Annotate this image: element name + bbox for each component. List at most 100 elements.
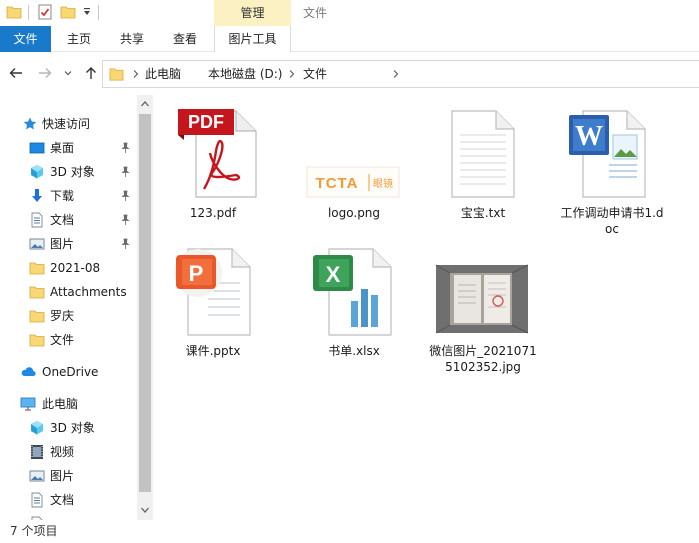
pin-icon[interactable] [120, 166, 131, 178]
chevron-right-icon[interactable] [288, 69, 296, 79]
text-file-icon [451, 110, 515, 198]
sidebar-item-this-pc[interactable]: 此电脑 [0, 393, 137, 415]
sidebar-item-onedrive[interactable]: OneDrive [0, 361, 137, 383]
sidebar-item-label: 图片 [50, 469, 75, 483]
sidebar-item-files[interactable]: 文件 [0, 329, 137, 351]
pin-icon[interactable] [120, 214, 131, 226]
sidebar-item-label: 文档 [50, 213, 75, 227]
folder-icon [29, 286, 45, 299]
new-folder-icon[interactable] [60, 4, 76, 20]
desktop-icon [29, 142, 45, 154]
sidebar-item-partial[interactable] [0, 513, 137, 520]
sidebar-item-label: 下载 [50, 189, 75, 203]
sidebar-item-label: 3D 对象 [50, 421, 95, 435]
properties-icon[interactable] [37, 4, 53, 20]
breadcrumb-local-disk[interactable]: 本地磁盘 (D:) [208, 61, 282, 87]
window-title: 文件 [303, 6, 328, 20]
address-bar[interactable]: 此电脑 本地磁盘 (D:) 文件 [102, 60, 699, 88]
item-count: 7 个项目 [10, 524, 58, 538]
sidebar-item-pictures-pc[interactable]: 图片 [0, 465, 137, 487]
sidebar-item-documents-pc[interactable]: 文档 [0, 489, 137, 511]
powerpoint-badge: P [189, 261, 204, 286]
tab-home[interactable]: 主页 [54, 26, 104, 52]
sidebar-item-label: 罗庆 [50, 309, 75, 323]
file-name: 书单.xlsx [328, 344, 380, 358]
cube-icon [31, 165, 43, 179]
pin-icon[interactable] [120, 142, 131, 154]
document-icon [31, 492, 43, 508]
sidebar-item-label: 桌面 [50, 141, 75, 155]
cube-icon [31, 421, 43, 435]
sidebar-item-quick-access[interactable]: 快速访问 [0, 113, 137, 135]
computer-icon [20, 397, 36, 411]
tab-share[interactable]: 共享 [107, 26, 157, 52]
file-item[interactable]: X 书单.xlsx [299, 243, 409, 363]
svg-text:TCTA: TCTA [316, 175, 359, 192]
document-icon [31, 212, 43, 228]
file-name: 宝宝.txt [460, 206, 506, 220]
folder-icon [29, 310, 45, 323]
picture-icon [29, 470, 45, 482]
file-item[interactable]: 微信图片_20210715102352.jpg [428, 243, 538, 393]
file-name: logo.png [327, 206, 381, 220]
scroll-down-icon[interactable] [137, 501, 153, 519]
sidebar-item-documents[interactable]: 文档 [0, 209, 137, 231]
video-icon [31, 445, 43, 459]
sidebar-item-label: OneDrive [42, 365, 99, 379]
navigation-pane: 快速访问 桌面 3D 对象 下载 文档 图片 2021-08 Attachmen… [0, 95, 153, 520]
svg-text:P: P [189, 261, 204, 286]
context-tab-manage[interactable]: 管理 [214, 0, 291, 27]
file-item[interactable]: P 课件.pptx [158, 243, 268, 363]
file-item[interactable]: 宝宝.txt [428, 105, 538, 225]
scroll-up-icon[interactable] [137, 95, 153, 113]
nav-pane-scrollbar[interactable] [137, 95, 153, 520]
pin-icon[interactable] [120, 238, 131, 250]
sidebar-item-label: 2021-08 [50, 261, 101, 275]
ribbon-tabs: 文件 主页 共享 查看 图片工具 [0, 26, 699, 52]
svg-text:W: W [575, 121, 603, 152]
photo-thumbnail-icon [435, 264, 529, 334]
back-arrow-icon[interactable] [7, 64, 25, 82]
file-item[interactable]: W 工作调动申请书1.doc [557, 105, 667, 236]
sidebar-item-3d-objects-pc[interactable]: 3D 对象 [0, 417, 137, 439]
svg-text:眼镜: 眼镜 [373, 177, 393, 190]
file-name: 123.pdf [189, 206, 237, 220]
tab-view[interactable]: 查看 [160, 26, 210, 52]
navigation-bar: 此电脑 本地磁盘 (D:) 文件 [0, 52, 699, 95]
svg-text:PDF: PDF [188, 112, 224, 132]
folder-icon [29, 334, 45, 347]
chevron-down-icon[interactable] [63, 64, 73, 82]
cloud-icon [21, 367, 36, 377]
file-name: 工作调动申请书1.doc [560, 206, 664, 236]
breadcrumb-this-pc[interactable]: 此电脑 [145, 61, 181, 87]
chevron-right-icon[interactable] [392, 69, 400, 79]
toolbar-divider [98, 5, 99, 20]
sidebar-item-downloads[interactable]: 下载 [0, 185, 137, 207]
folder-icon [29, 262, 45, 275]
sidebar-item-2021-08[interactable]: 2021-08 [0, 257, 137, 279]
pin-icon[interactable] [120, 190, 131, 202]
sidebar-item-3d-objects[interactable]: 3D 对象 [0, 161, 137, 183]
file-item[interactable]: PDF 123.pdf [158, 105, 268, 225]
customize-toolbar-icon[interactable] [82, 6, 92, 18]
status-bar: 7 个项目 [0, 520, 699, 543]
sidebar-item-luoqing[interactable]: 罗庆 [0, 305, 137, 327]
sidebar-item-videos[interactable]: 视频 [0, 441, 137, 463]
file-list: PDF 123.pdf TCTA 眼镜 logo.png 宝宝.txt W 工作… [153, 95, 699, 520]
tab-picture-tools[interactable]: 图片工具 [214, 26, 291, 52]
sidebar-item-pictures[interactable]: 图片 [0, 233, 137, 255]
folder-icon[interactable] [6, 4, 22, 20]
file-item[interactable]: TCTA 眼镜 logo.png [299, 105, 409, 225]
download-icon [32, 189, 42, 202]
forward-arrow-icon[interactable] [36, 64, 54, 82]
sidebar-item-desktop[interactable]: 桌面 [0, 137, 137, 159]
toolbar-divider [28, 5, 29, 20]
tab-file[interactable]: 文件 [0, 26, 51, 52]
breadcrumb-current-folder[interactable]: 文件 [303, 61, 327, 87]
image-thumbnail-icon: TCTA 眼镜 [306, 166, 400, 198]
sidebar-item-attachments[interactable]: Attachments [0, 281, 137, 303]
sidebar-item-label: 3D 对象 [50, 165, 95, 179]
chevron-right-icon[interactable] [132, 69, 140, 79]
scrollbar-thumb[interactable] [139, 114, 151, 492]
up-arrow-icon[interactable] [82, 64, 100, 82]
